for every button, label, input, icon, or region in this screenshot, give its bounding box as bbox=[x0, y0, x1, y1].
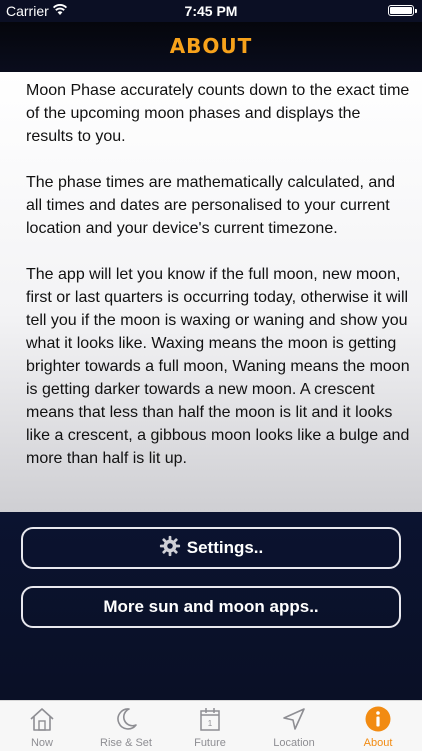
tab-about[interactable]: About bbox=[336, 701, 420, 751]
tab-rise-set[interactable]: Rise & Set bbox=[84, 701, 168, 751]
navigation-bar: ABOUT bbox=[0, 22, 422, 72]
tab-location-label: Location bbox=[273, 737, 315, 749]
info-icon bbox=[365, 706, 391, 732]
status-bar: Carrier 7:45 PM bbox=[0, 0, 422, 22]
battery-icon bbox=[388, 5, 417, 16]
more-apps-button-label: More sun and moon apps.. bbox=[103, 597, 319, 616]
svg-text:1: 1 bbox=[208, 719, 213, 728]
settings-button-label: Settings.. bbox=[186, 538, 264, 557]
page-title: ABOUT bbox=[169, 34, 253, 58]
tab-about-label: About bbox=[363, 737, 393, 749]
tab-rise-set-label: Rise & Set bbox=[100, 737, 152, 749]
button-panel: Settings.. More sun and moon apps.. bbox=[0, 512, 422, 700]
tab-now[interactable]: Now bbox=[0, 701, 84, 751]
crescent-moon-icon bbox=[117, 708, 137, 730]
tab-future-label: Future bbox=[194, 737, 226, 749]
settings-button[interactable]: Settings.. bbox=[21, 527, 401, 569]
tab-location[interactable]: Location bbox=[252, 701, 336, 751]
about-text-view[interactable]: Moon Phase accurately counts down to the… bbox=[0, 72, 422, 512]
location-arrow-icon bbox=[283, 708, 305, 730]
tab-future[interactable]: 1 Future bbox=[168, 701, 252, 751]
tab-now-label: Now bbox=[30, 737, 53, 749]
more-apps-button[interactable]: More sun and moon apps.. bbox=[21, 586, 401, 628]
about-paragraph: Moon Phase accurately counts down to the… bbox=[26, 82, 410, 145]
status-time: 7:45 PM bbox=[184, 3, 238, 19]
house-icon bbox=[30, 708, 54, 731]
about-paragraph: The phase times are mathematically calcu… bbox=[26, 174, 396, 237]
gear-icon bbox=[159, 535, 180, 557]
about-paragraph: The app will let you know if the full mo… bbox=[26, 266, 410, 467]
calendar-icon: 1 bbox=[200, 708, 220, 731]
tab-bar: Now Rise & Set 1 Future Location About bbox=[0, 700, 422, 751]
